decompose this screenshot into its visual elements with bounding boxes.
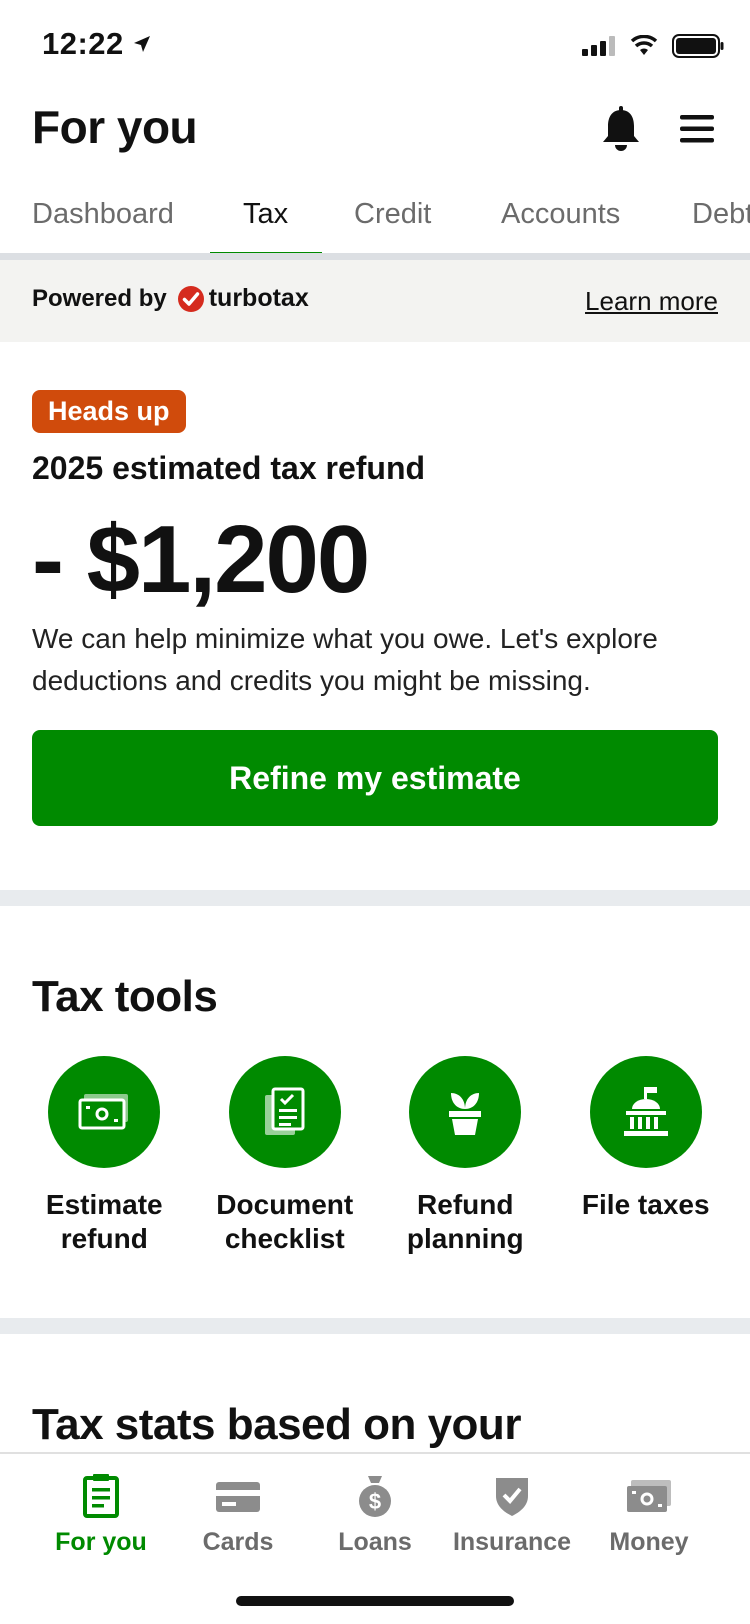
- tab-debt[interactable]: Debt: [692, 198, 750, 231]
- status-indicators: [582, 34, 724, 58]
- heads-up-badge: Heads up: [32, 390, 186, 433]
- nav-label: Loans: [338, 1528, 412, 1556]
- tool-file-taxes[interactable]: File taxes: [561, 1056, 731, 1256]
- status-time: 12:22: [42, 26, 152, 62]
- document-checklist-icon: [264, 1087, 305, 1135]
- refund-amount: - $1,200: [32, 506, 370, 613]
- tab-dashboard[interactable]: Dashboard: [32, 198, 174, 231]
- refine-estimate-button[interactable]: Refine my estimate: [32, 730, 718, 826]
- nav-loans[interactable]: $ Loans: [300, 1474, 450, 1557]
- money-bag-icon: $: [359, 1476, 391, 1517]
- shield-check-icon: [496, 1478, 528, 1516]
- tool-circle[interactable]: [409, 1056, 522, 1168]
- active-tab-indicator: [210, 252, 322, 253]
- powered-by-banner: Powered by turbotax Learn more: [0, 260, 750, 342]
- location-arrow-icon: [133, 36, 150, 52]
- tab-accounts[interactable]: Accounts: [501, 198, 620, 231]
- tool-circle[interactable]: [48, 1056, 161, 1168]
- menu-icon[interactable]: [680, 115, 714, 143]
- nav-insurance[interactable]: Insurance: [437, 1474, 587, 1557]
- svg-text:$: $: [369, 1489, 381, 1514]
- tab-tax[interactable]: Tax: [243, 198, 288, 231]
- government-building-icon: [623, 1087, 668, 1136]
- nav-label: Money: [609, 1528, 689, 1556]
- wifi-icon: [630, 35, 658, 55]
- home-indicator: [236, 1596, 514, 1606]
- money-bill-icon: [627, 1480, 671, 1512]
- card-icon: [216, 1482, 260, 1512]
- header-actions: [600, 106, 714, 152]
- tool-label: Document checklist: [216, 1189, 354, 1254]
- tool-document-checklist[interactable]: Document checklist: [200, 1056, 370, 1256]
- section-divider: [0, 1318, 750, 1334]
- tax-stats-title: Tax stats based on your: [32, 1400, 521, 1449]
- tool-estimate-refund[interactable]: Estimate refund: [19, 1056, 189, 1256]
- document-icon: [83, 1474, 119, 1518]
- tool-circle[interactable]: [589, 1056, 702, 1168]
- tool-label: File taxes: [581, 1189, 710, 1220]
- battery-icon: [672, 34, 724, 58]
- nav-for-you[interactable]: For you: [26, 1474, 176, 1557]
- tool-label: Refund planning: [406, 1189, 524, 1254]
- powered-by-label: Powered by: [32, 284, 167, 312]
- nav-money[interactable]: Money: [574, 1474, 724, 1557]
- page-title: For you: [32, 101, 198, 153]
- turbotax-logo: turbotax: [177, 284, 309, 313]
- tab-credit[interactable]: Credit: [354, 198, 431, 231]
- nav-label: Cards: [202, 1528, 274, 1556]
- status-bar: 12:22: [0, 0, 750, 90]
- tax-tools-list: Estimate refund Document checklist Refun…: [0, 1056, 750, 1256]
- tool-circle[interactable]: [228, 1056, 341, 1168]
- tool-refund-planning[interactable]: Refund planning: [380, 1056, 550, 1256]
- status-time-text: 12:22: [42, 26, 124, 61]
- refund-label: 2025 estimated tax refund: [32, 450, 426, 486]
- nav-label: Insurance: [452, 1528, 572, 1556]
- tool-label: Estimate refund: [45, 1189, 163, 1254]
- powered-by: Powered by turbotax: [32, 284, 309, 313]
- turbotax-wordmark: turbotax: [208, 284, 309, 312]
- section-divider: [0, 890, 750, 906]
- nav-cards[interactable]: Cards: [163, 1474, 313, 1557]
- tab-bar: Dashboard Tax Credit Accounts Debt: [0, 180, 750, 260]
- turbotax-check-icon: [177, 285, 204, 312]
- bell-icon[interactable]: [600, 106, 642, 152]
- tax-tools-title: Tax tools: [32, 972, 218, 1021]
- money-bill-icon: [78, 1094, 129, 1130]
- cellular-signal-icon: [582, 36, 615, 56]
- nav-label: For you: [55, 1528, 147, 1556]
- plant-icon: [449, 1093, 482, 1135]
- learn-more-link[interactable]: Learn more: [585, 286, 718, 317]
- refund-description: We can help minimize what you owe. Let's…: [32, 623, 658, 696]
